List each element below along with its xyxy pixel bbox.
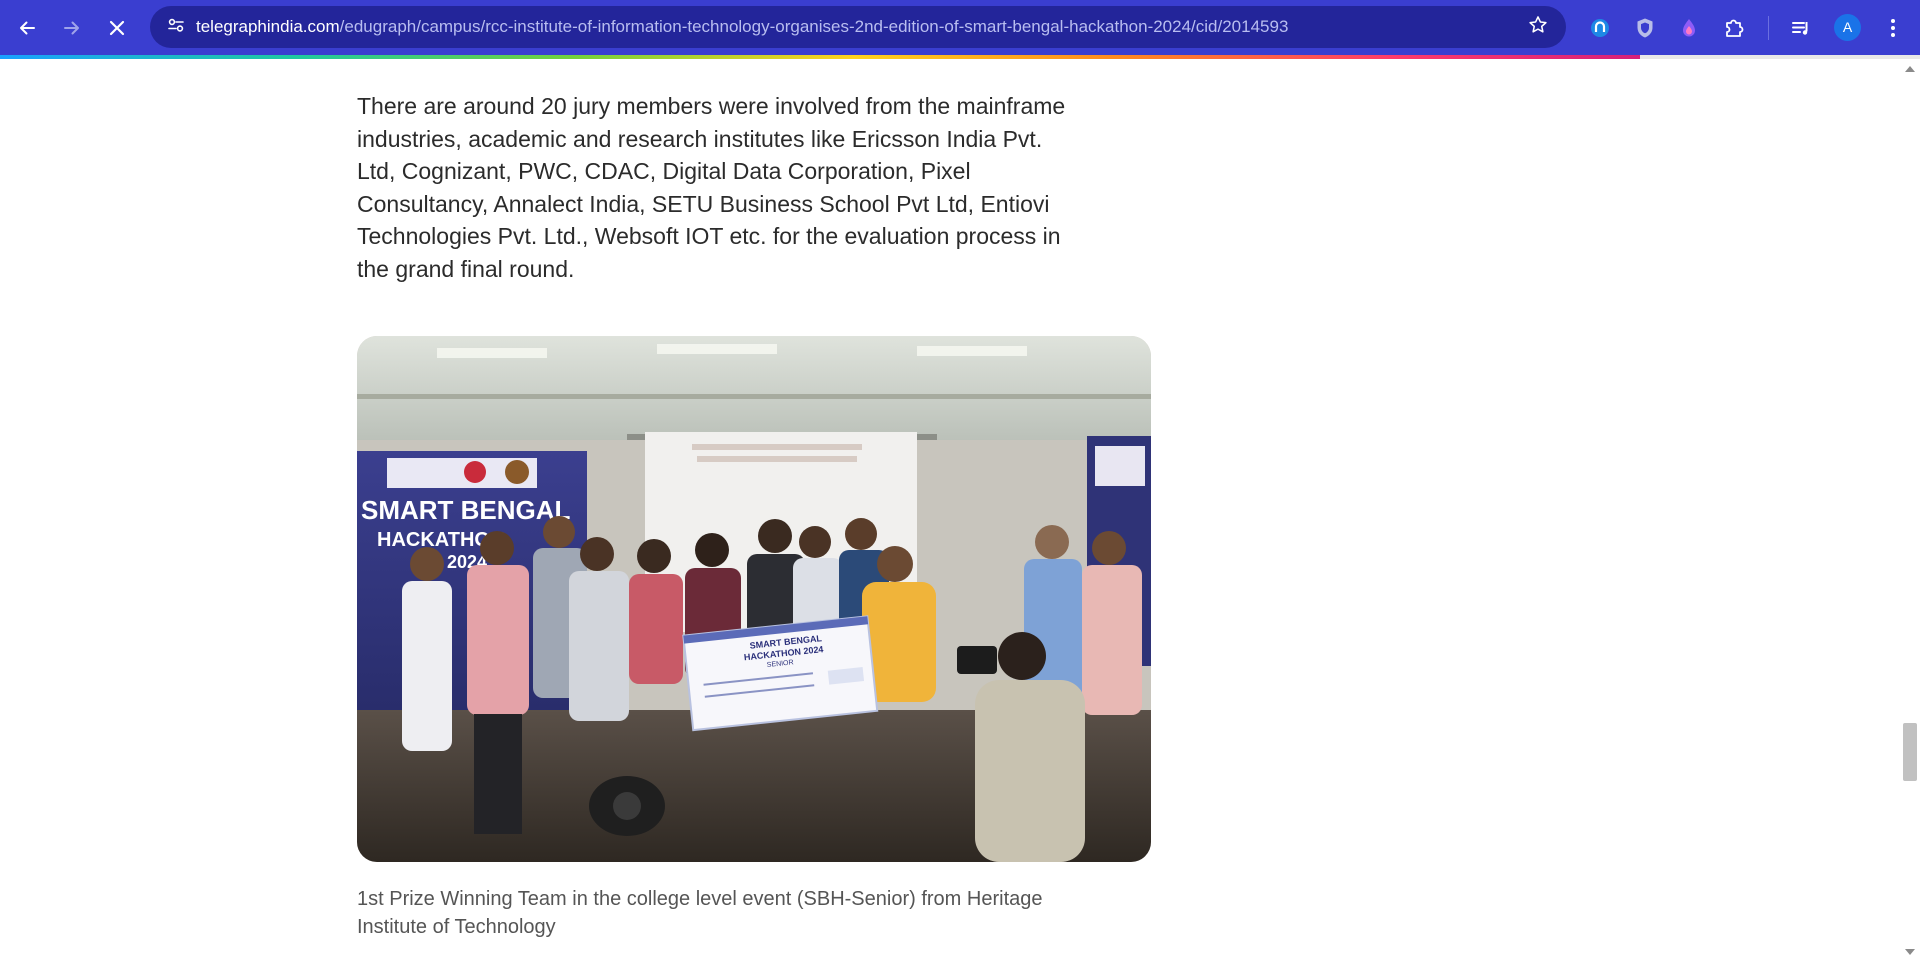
bookmark-button[interactable]: [1522, 11, 1554, 43]
scroll-up-arrow-icon[interactable]: [1905, 66, 1915, 72]
photo-caption: 1st Prize Winning Team in the college le…: [357, 888, 1043, 938]
extension-icon: [1589, 17, 1611, 39]
bookmark-star-icon: [1527, 14, 1549, 41]
browser-toolbar: telegraphindia.com/edugraph/campus/rcc-i…: [0, 0, 1920, 55]
banner-text-line1: SMART BENGAL: [361, 495, 571, 525]
forward-button[interactable]: [55, 11, 89, 45]
back-button[interactable]: [10, 11, 44, 45]
profile-avatar[interactable]: A: [1834, 14, 1861, 41]
puzzle-extensions-icon: [1723, 17, 1745, 39]
address-bar[interactable]: telegraphindia.com/edugraph/campus/rcc-i…: [150, 6, 1566, 48]
extension-button-1[interactable]: [1583, 11, 1617, 45]
page-scrollbar[interactable]: [1900, 59, 1920, 962]
scrollbar-thumb[interactable]: [1903, 723, 1917, 781]
forward-icon: [62, 18, 82, 38]
url-host: telegraphindia.com: [196, 17, 340, 36]
scroll-down-arrow-icon[interactable]: [1905, 949, 1915, 955]
more-menu-icon: [1890, 18, 1896, 38]
site-info-button[interactable]: [160, 11, 192, 43]
toolbar-separator: [1768, 16, 1769, 40]
media-controls-icon: [1790, 17, 1812, 39]
stop-loading-button[interactable]: [100, 11, 134, 45]
media-controls-button[interactable]: [1784, 11, 1818, 45]
drop-extension-icon: [1679, 17, 1699, 39]
article-photo: SMART BENGAL HACKATHON 2024 SMART BENGAL…: [357, 336, 1151, 862]
back-icon: [17, 18, 37, 38]
url-text[interactable]: telegraphindia.com/edugraph/campus/rcc-i…: [196, 6, 1288, 48]
article-body: There are around 20 jury members were in…: [357, 59, 1857, 962]
extension-button-3[interactable]: [1672, 11, 1706, 45]
site-info-icon: [166, 15, 186, 40]
stop-loading-icon: [108, 19, 126, 37]
url-path: /edugraph/campus/rcc-institute-of-inform…: [339, 17, 1289, 36]
more-menu-button[interactable]: [1876, 11, 1910, 45]
shield-extension-icon: [1635, 17, 1655, 39]
article-paragraph: There are around 20 jury members were in…: [357, 93, 1066, 282]
extension-button-2[interactable]: [1628, 11, 1662, 45]
extensions-menu-button[interactable]: [1717, 11, 1751, 45]
